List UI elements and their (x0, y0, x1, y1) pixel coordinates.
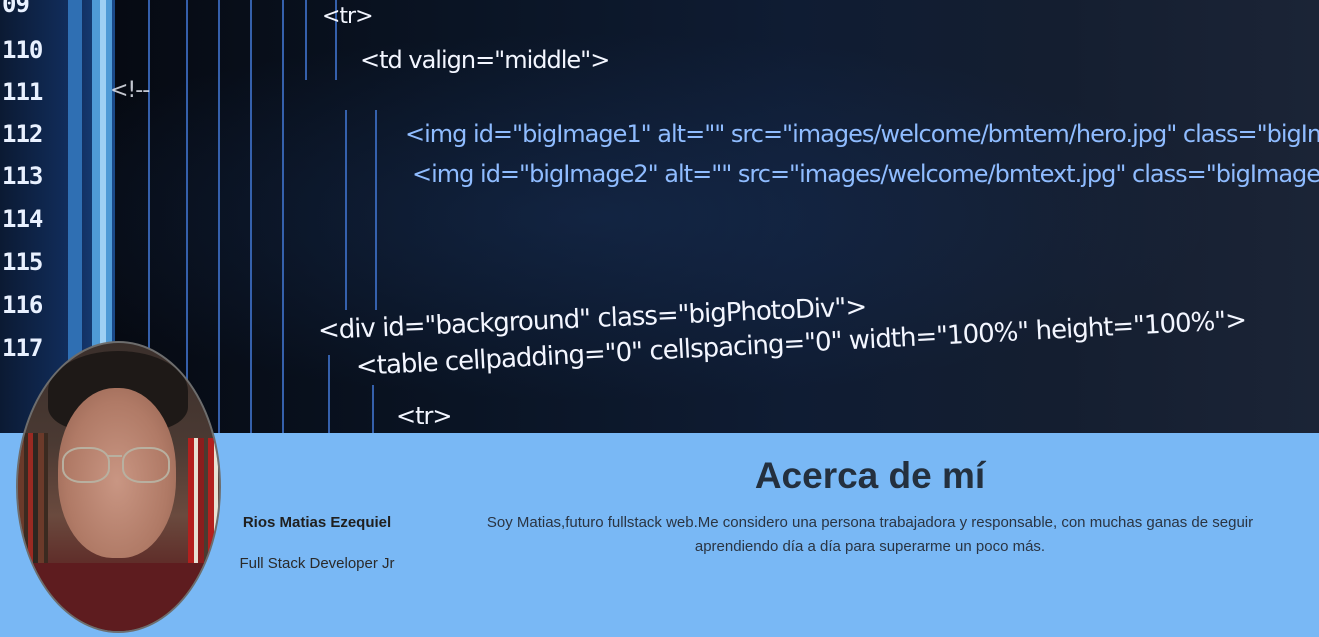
line-number: 09 (2, 0, 30, 18)
profile-name: Rios Matias Ezequiel (242, 514, 392, 531)
code-line: <tr> (396, 402, 452, 430)
about-description: Soy Matias,futuro fullstack web.Me consi… (486, 514, 1254, 555)
code-line: <!-- (110, 78, 150, 103)
line-number: 115 (2, 248, 43, 276)
bookshelf (18, 433, 48, 573)
glasses-icon (122, 447, 170, 483)
indent-guide (282, 0, 284, 433)
indent-guide (345, 110, 347, 310)
line-number: 113 (2, 162, 43, 190)
banner-glow (0, 0, 1319, 433)
indent-guide (372, 385, 374, 433)
code-line: <img id="bigImage1" alt="" src="images/w… (405, 120, 1319, 148)
indent-guide (218, 0, 220, 433)
line-number: 114 (2, 205, 43, 233)
bookshelf (188, 438, 218, 568)
line-number: 117 (2, 334, 43, 362)
line-number: 110 (2, 36, 43, 64)
profile-photo (16, 341, 221, 633)
line-number: 112 (2, 120, 43, 148)
code-line: <tr> (322, 4, 374, 29)
indent-guide (186, 0, 188, 433)
hero-banner-image: 09 110 111 112 113 114 115 116 117 <tr> … (0, 0, 1319, 433)
glasses-bridge (108, 455, 122, 457)
code-line: <td valign="middle"> (360, 46, 610, 74)
about-title: Acerca de mí (754, 455, 986, 496)
code-line: <img id="bigImage2" alt="" src="images/w… (412, 160, 1319, 188)
glasses-icon (62, 447, 110, 483)
indent-guide (328, 355, 330, 433)
profile-role: Full Stack Developer Jr (239, 555, 395, 572)
line-number: 116 (2, 291, 43, 319)
shirt (18, 563, 219, 631)
indent-guide (305, 0, 307, 80)
indent-guide (375, 110, 377, 310)
line-number: 111 (2, 78, 43, 106)
indent-guide (250, 0, 252, 433)
